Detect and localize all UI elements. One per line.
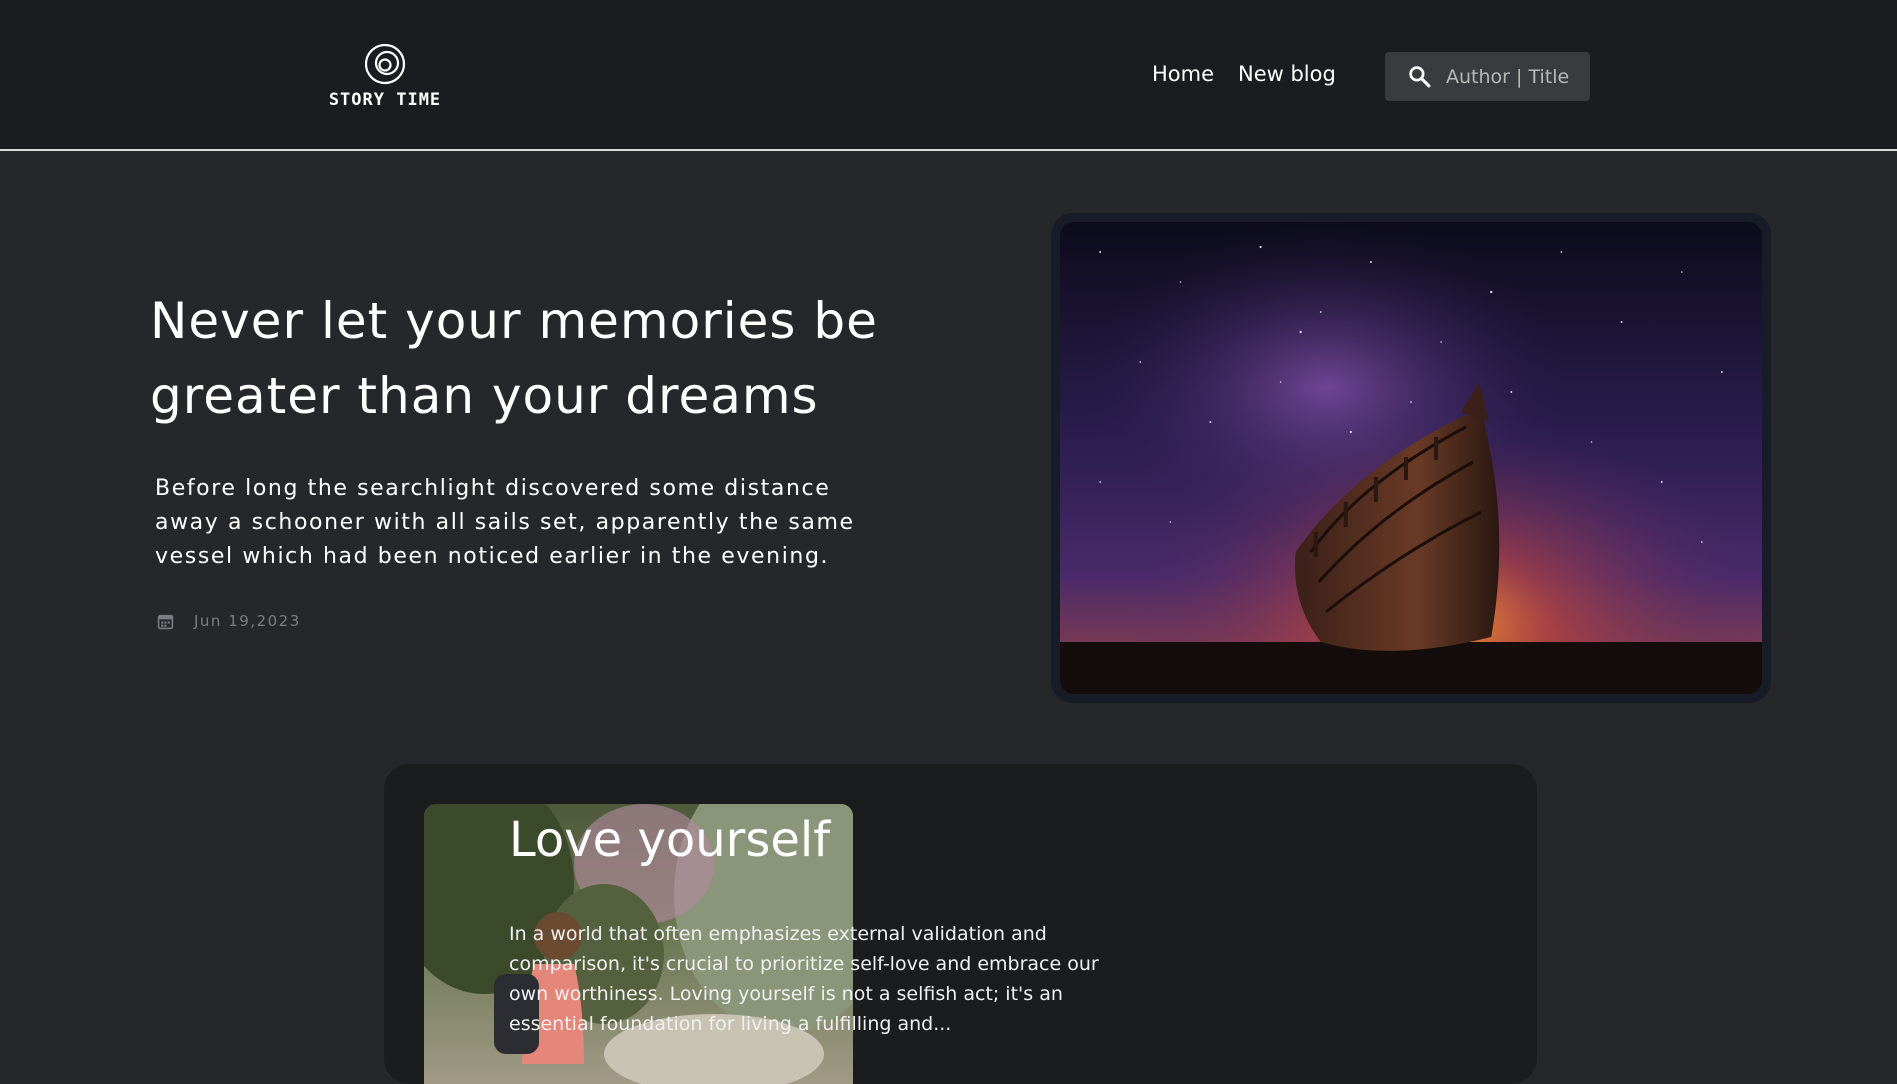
- post-excerpt: In a world that often emphasizes externa…: [509, 923, 1099, 1035]
- calendar-icon: [157, 614, 174, 629]
- night-sky-boat-image[interactable]: [1060, 222, 1762, 694]
- hero-text: Before long the searchlight discovered s…: [155, 476, 855, 569]
- nav-home-link[interactable]: Home: [1152, 62, 1214, 86]
- hero-date-text: Jun 19,2023: [194, 612, 301, 630]
- nav-new-blog-link[interactable]: New blog: [1238, 62, 1336, 86]
- search-icon[interactable]: [1407, 64, 1432, 89]
- search-box[interactable]: [1385, 52, 1590, 101]
- post-title[interactable]: Love yourself: [509, 808, 830, 872]
- site-header: STORY TIME Home New blog: [0, 0, 1897, 151]
- hero-title: Never let your memories be greater than …: [150, 292, 878, 425]
- site-logo[interactable]: STORY TIME: [324, 42, 446, 114]
- hero-date: Jun 19,2023: [157, 612, 301, 630]
- search-input[interactable]: [1444, 64, 1574, 89]
- spiral-logo-icon: [364, 43, 406, 85]
- hero-image-frame: [1051, 213, 1771, 703]
- logo-text: STORY TIME: [328, 90, 442, 110]
